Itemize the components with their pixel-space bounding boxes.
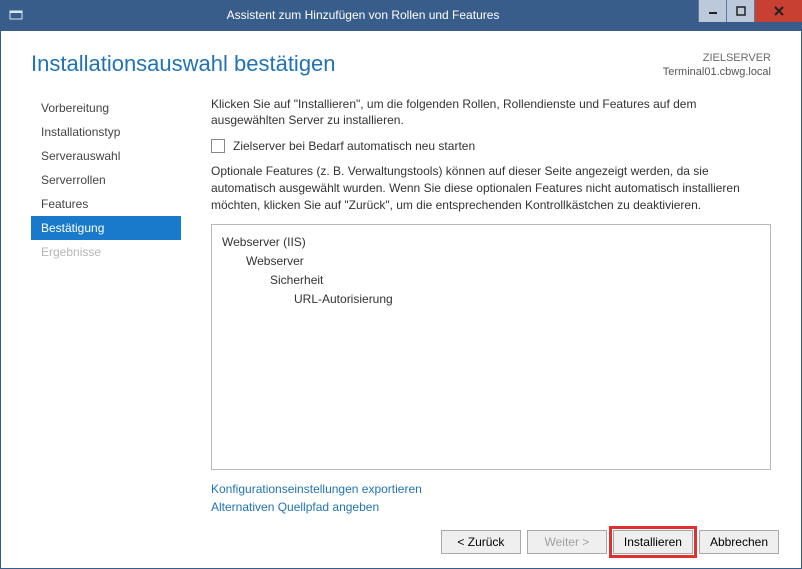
next-button: Weiter > — [527, 530, 607, 554]
window-titlebar: Assistent zum Hinzufügen von Rollen und … — [0, 0, 802, 30]
optional-features-text: Optionale Features (z. B. Verwaltungstoo… — [211, 163, 771, 213]
nav-item-bestaetigung[interactable]: Bestätigung — [31, 216, 181, 240]
tree-item: Webserver (IIS) — [222, 233, 760, 252]
target-server-value: Terminal01.cbwg.local — [663, 65, 771, 79]
nav-item-serverauswahl[interactable]: Serverauswahl — [31, 144, 181, 168]
nav-item-vorbereitung[interactable]: Vorbereitung — [31, 96, 181, 120]
tree-item: URL-Autorisierung — [222, 290, 760, 309]
close-icon — [773, 5, 785, 17]
window-title: Assistent zum Hinzufügen von Rollen und … — [28, 8, 698, 22]
close-button[interactable] — [754, 0, 802, 22]
target-server-label: ZIELSERVER — [663, 51, 771, 65]
tree-item: Webserver — [222, 252, 760, 271]
install-button[interactable]: Installieren — [613, 530, 693, 554]
nav-item-installationstyp[interactable]: Installationstyp — [31, 120, 181, 144]
nav-item-features[interactable]: Features — [31, 192, 181, 216]
page-heading: Installationsauswahl bestätigen — [31, 51, 663, 77]
wizard-nav: Vorbereitung Installationstyp Serverausw… — [31, 86, 181, 516]
nav-item-serverrollen[interactable]: Serverrollen — [31, 168, 181, 192]
cancel-button[interactable]: Abbrechen — [699, 530, 779, 554]
description-text: Klicken Sie auf "Installieren", um die f… — [211, 96, 771, 130]
export-config-link[interactable]: Konfigurationseinstellungen exportieren — [211, 482, 422, 496]
restart-checkbox-row[interactable]: Zielserver bei Bedarf automatisch neu st… — [211, 139, 771, 153]
tree-item: Sicherheit — [222, 271, 760, 290]
selection-tree: Webserver (IIS) Webserver Sicherheit URL… — [211, 224, 771, 470]
footer-buttons: < Zurück Weiter > Installieren Abbrechen — [1, 516, 801, 568]
target-server-block: ZIELSERVER Terminal01.cbwg.local — [663, 51, 771, 80]
minimize-icon — [708, 6, 718, 16]
window-controls — [698, 0, 802, 22]
restart-checkbox[interactable] — [211, 139, 225, 153]
back-button[interactable]: < Zurück — [441, 530, 521, 554]
minimize-button[interactable] — [698, 0, 726, 22]
app-icon — [4, 8, 28, 22]
alt-source-path-link[interactable]: Alternativen Quellpfad angeben — [211, 500, 379, 514]
maximize-icon — [736, 6, 746, 16]
maximize-button[interactable] — [726, 0, 754, 22]
restart-checkbox-label: Zielserver bei Bedarf automatisch neu st… — [233, 139, 475, 153]
nav-item-ergebnisse: Ergebnisse — [31, 240, 181, 264]
